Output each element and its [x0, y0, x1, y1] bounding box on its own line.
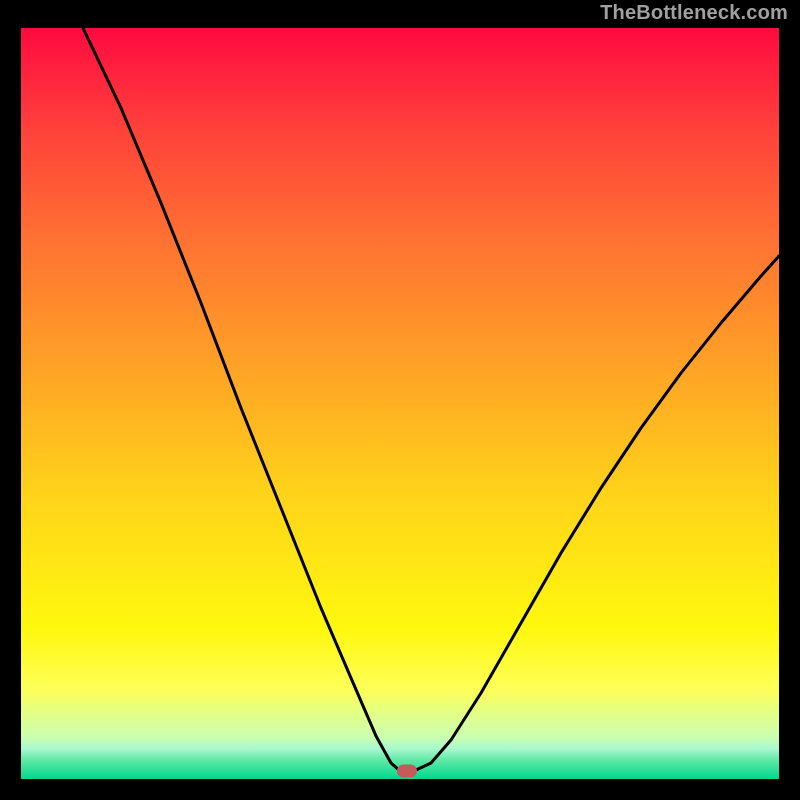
bottleneck-marker [397, 765, 417, 778]
bottleneck-curve [21, 28, 779, 779]
chart-frame: TheBottleneck.com [0, 0, 800, 800]
plot-area [21, 28, 779, 779]
watermark-text: TheBottleneck.com [600, 2, 788, 25]
